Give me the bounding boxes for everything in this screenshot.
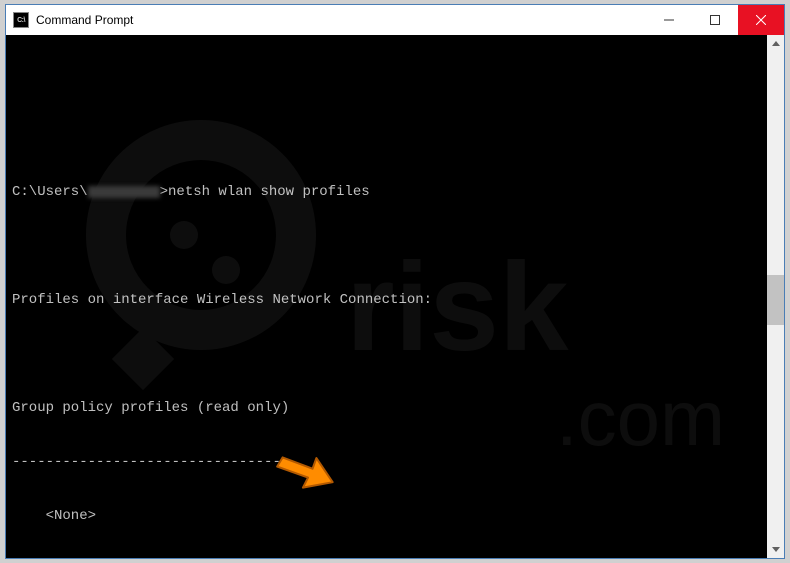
svg-text:.com: .com (556, 374, 725, 462)
close-button[interactable] (738, 5, 784, 35)
watermark: risk .com (66, 115, 726, 535)
minimize-button[interactable] (646, 5, 692, 35)
group-dashes: --------------------------------- (12, 453, 767, 471)
terminal-output[interactable]: risk .com C:\Users\>netsh wlan show prof… (6, 35, 767, 558)
maximize-button[interactable] (692, 5, 738, 35)
interface-line: Profiles on interface Wireless Network C… (12, 291, 767, 309)
vertical-scrollbar[interactable] (767, 35, 784, 558)
command-prompt-window: C:\ Command Prompt ris (5, 4, 785, 559)
none-line: <None> (12, 507, 767, 525)
content-area: risk .com C:\Users\>netsh wlan show prof… (6, 35, 784, 558)
window-controls (646, 5, 784, 35)
scroll-thumb[interactable] (767, 275, 784, 325)
scroll-up-arrow[interactable] (767, 35, 784, 52)
cmd-icon: C:\ (13, 12, 29, 28)
window-title: Command Prompt (36, 13, 646, 27)
prompt-line: C:\Users\>netsh wlan show profiles (12, 183, 767, 201)
titlebar[interactable]: C:\ Command Prompt (6, 5, 784, 35)
group-header: Group policy profiles (read only) (12, 399, 767, 417)
scroll-down-arrow[interactable] (767, 541, 784, 558)
